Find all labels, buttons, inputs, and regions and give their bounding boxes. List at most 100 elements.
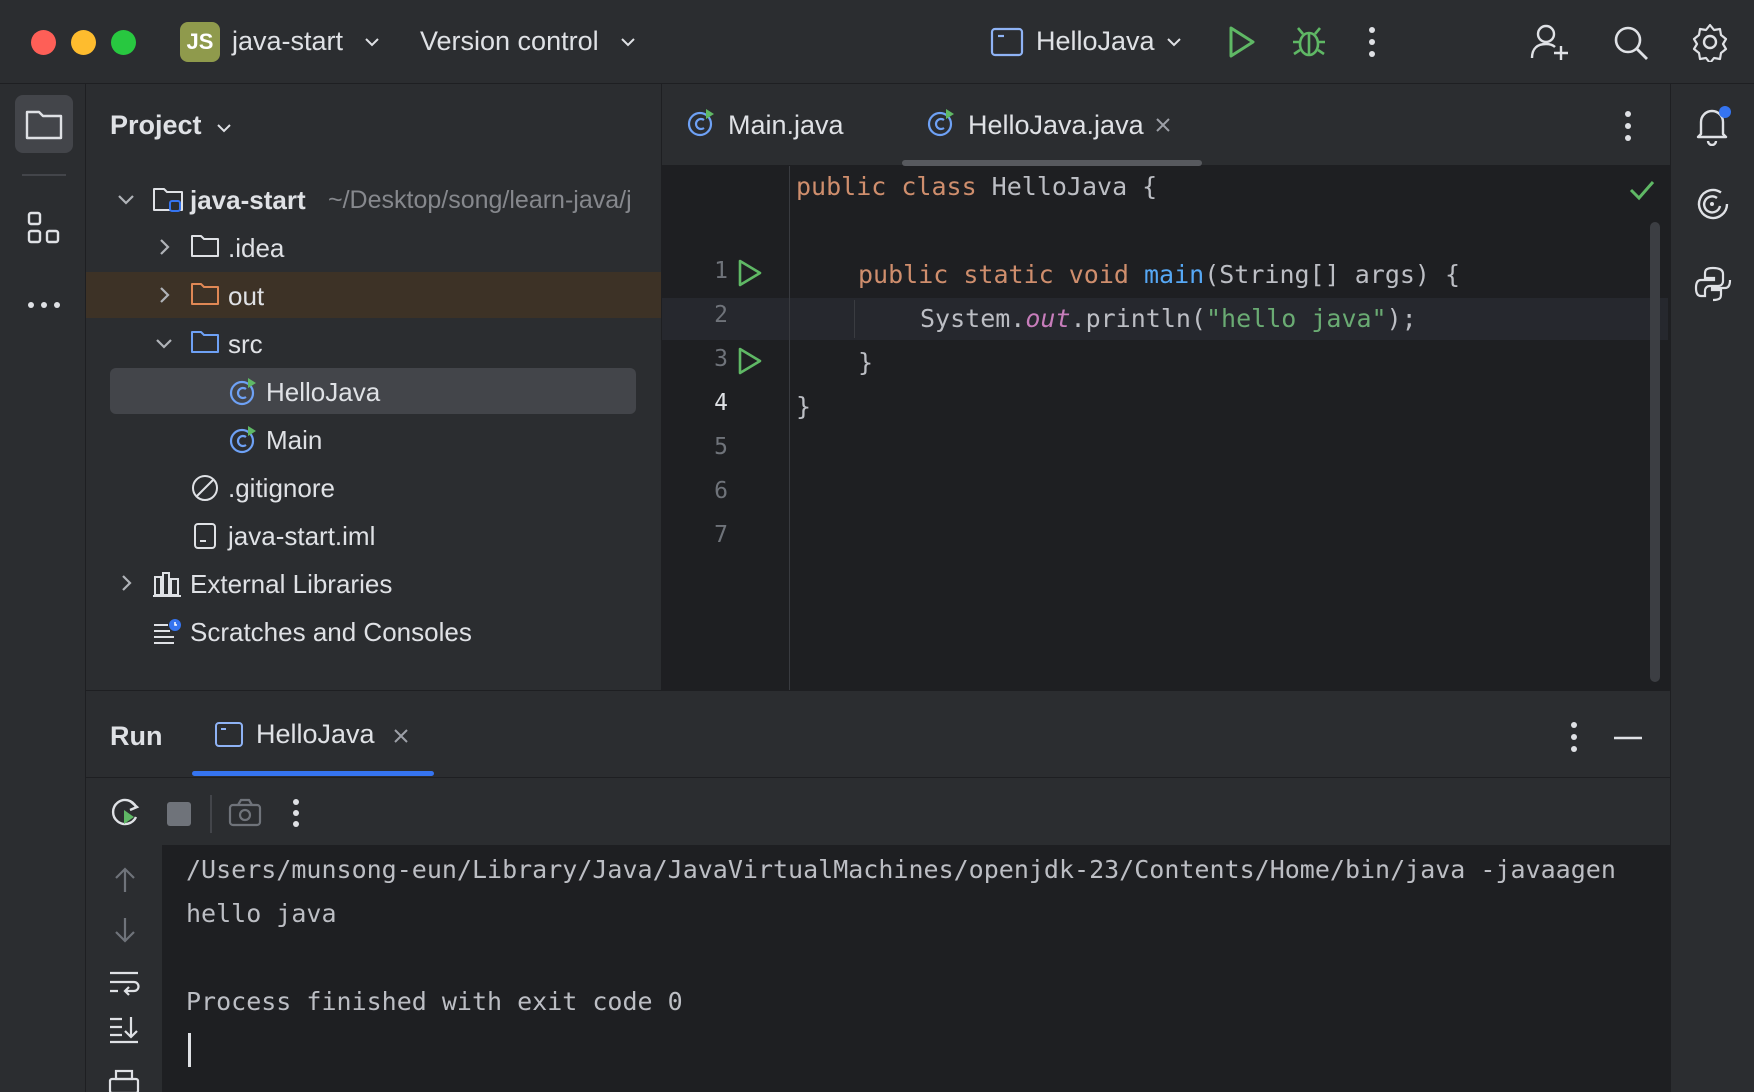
editor-tab-bar: Main.java HelloJava.java	[662, 84, 1670, 166]
identifier: );	[1386, 304, 1417, 333]
project-badge[interactable]: JS	[180, 22, 220, 62]
search-icon[interactable]	[1612, 24, 1650, 62]
notifications-bell-icon[interactable]	[1693, 104, 1733, 146]
more-tabs-icon[interactable]	[1622, 108, 1634, 144]
code-line-1[interactable]: public class HelloJava {	[796, 172, 1157, 201]
close-tab-icon[interactable]	[1154, 116, 1172, 134]
chevron-down-icon[interactable]	[154, 333, 174, 353]
scroll-down-icon[interactable]	[110, 915, 140, 945]
console-caret	[188, 1033, 191, 1067]
identifier: System.	[920, 304, 1026, 333]
zoom-window-button[interactable]	[111, 30, 136, 55]
tree-item-label: External Libraries	[190, 569, 393, 599]
add-user-icon[interactable]	[1530, 22, 1570, 62]
debug-icon[interactable]	[1290, 22, 1328, 60]
keyword: public class	[796, 172, 992, 201]
scroll-to-end-icon[interactable]	[108, 1015, 140, 1045]
tree-item-main[interactable]: Main	[86, 416, 661, 462]
chevron-down-icon[interactable]	[116, 189, 136, 209]
code-line-4[interactable]: System.out.println("hello java");	[920, 304, 1417, 333]
console-line-exit: Process finished with exit code 0	[186, 987, 683, 1016]
more-actions-icon[interactable]	[1366, 24, 1378, 60]
java-class-icon	[228, 377, 258, 407]
tree-root-label: java-start	[190, 185, 306, 215]
static-field: out	[1025, 304, 1071, 333]
soft-wrap-icon[interactable]	[108, 969, 140, 997]
hide-panel-icon[interactable]	[1614, 735, 1642, 741]
console-line-output: hello java	[186, 899, 337, 928]
tab-label: HelloJava.java	[968, 110, 1144, 140]
indent-guide	[854, 300, 855, 338]
stop-icon[interactable]	[166, 801, 192, 827]
tab-main-java[interactable]: Main.java	[662, 84, 902, 166]
tree-item-hellojava[interactable]: HelloJava	[110, 368, 636, 414]
more-run-actions-icon[interactable]	[290, 797, 302, 829]
chevron-down-icon[interactable]	[362, 32, 382, 52]
string-literal: "hello java"	[1205, 304, 1387, 333]
chevron-down-icon[interactable]	[214, 118, 234, 138]
python-console-icon[interactable]	[1693, 264, 1733, 304]
close-tab-icon[interactable]	[392, 727, 410, 745]
title-bar: JS java-start Version control HelloJava	[0, 0, 1754, 84]
folder-icon	[190, 233, 220, 259]
ignore-file-icon	[190, 473, 220, 503]
project-panel-title[interactable]: Project	[110, 110, 202, 141]
module-file-icon	[192, 521, 218, 551]
run-config-icon[interactable]	[990, 26, 1024, 58]
code-line-5[interactable]: }	[858, 348, 873, 377]
close-window-button[interactable]	[31, 30, 56, 55]
code-line-6[interactable]: }	[796, 392, 811, 421]
chevron-down-icon[interactable]	[618, 32, 638, 52]
chevron-right-icon[interactable]	[154, 285, 174, 305]
console-output[interactable]: /Users/munsong-eun/Library/Java/JavaVirt…	[162, 845, 1670, 1092]
tree-item-external-libraries[interactable]: External Libraries	[86, 560, 661, 606]
run-panel-title[interactable]: Run	[110, 721, 162, 752]
java-class-icon	[686, 108, 716, 138]
run-gutter-icon[interactable]	[734, 346, 764, 376]
tree-item-project-root[interactable]: java-start ~/Desktop/song/learn-java/j	[86, 176, 661, 222]
project-name[interactable]: java-start	[232, 26, 343, 57]
tree-item-label: .idea	[228, 233, 285, 263]
code-line-3[interactable]: public static void main(String[] args) {	[858, 260, 1460, 289]
no-problems-check-icon[interactable]	[1628, 178, 1656, 202]
run-config-selector[interactable]: HelloJava	[1036, 26, 1155, 57]
screenshot-camera-icon[interactable]	[228, 797, 262, 829]
chevron-right-icon[interactable]	[116, 573, 136, 593]
chevron-down-icon[interactable]	[1164, 32, 1184, 52]
run-icon[interactable]	[1224, 24, 1258, 60]
run-panel-options-icon[interactable]	[1568, 719, 1580, 755]
toolbar-divider	[210, 795, 212, 833]
structure-tool-button[interactable]	[15, 199, 73, 257]
scratches-icon	[152, 617, 182, 647]
tree-item-label: .gitignore	[228, 473, 335, 503]
project-panel: Project java-start ~/Desktop/song/learn-…	[86, 84, 662, 690]
library-icon	[152, 569, 182, 599]
settings-gear-icon[interactable]	[1690, 22, 1730, 62]
tree-item-src[interactable]: src	[86, 320, 661, 366]
tree-item-idea[interactable]: .idea	[86, 224, 661, 270]
project-tool-button[interactable]	[15, 95, 73, 153]
run-tab-hellojava[interactable]: HelloJava	[192, 691, 434, 777]
java-class-icon	[926, 108, 956, 138]
run-gutter-icon[interactable]	[734, 258, 764, 288]
version-control-menu[interactable]: Version control	[420, 26, 599, 57]
chevron-right-icon[interactable]	[154, 237, 174, 257]
ai-assistant-icon[interactable]	[1693, 184, 1733, 224]
scroll-up-icon[interactable]	[110, 865, 140, 895]
tab-label: Main.java	[728, 110, 844, 140]
more-tools-icon[interactable]	[15, 276, 73, 334]
keyword: public static void	[858, 260, 1144, 289]
tree-item-scratches[interactable]: Scratches and Consoles	[86, 608, 661, 654]
tab-hellojava-java[interactable]: HelloJava.java	[902, 84, 1202, 166]
tree-item-label: Main	[266, 425, 323, 455]
java-class-icon	[228, 425, 258, 455]
tree-item-iml[interactable]: java-start.iml	[86, 512, 661, 558]
editor-gutter: 1 2 3 4 5 6 7	[662, 166, 790, 690]
minimize-window-button[interactable]	[71, 30, 96, 55]
active-tab-indicator	[192, 771, 434, 776]
editor-scrollbar[interactable]	[1650, 222, 1660, 682]
tree-item-out[interactable]: out	[86, 272, 661, 318]
rerun-icon[interactable]	[108, 795, 142, 829]
tree-item-gitignore[interactable]: .gitignore	[86, 464, 661, 510]
print-icon[interactable]	[108, 1069, 140, 1092]
